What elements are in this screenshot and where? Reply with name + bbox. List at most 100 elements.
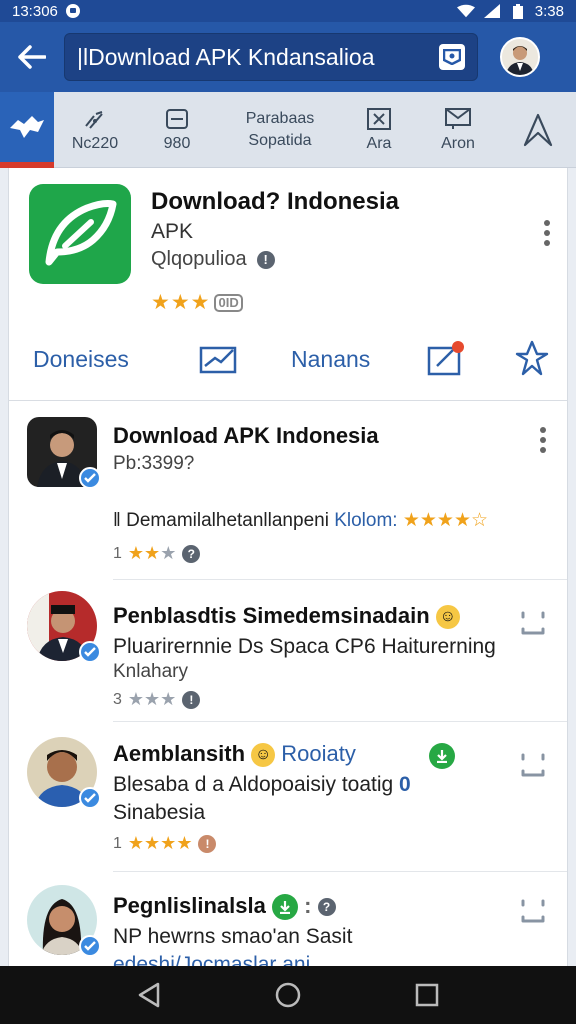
drag-handle-icon[interactable] (519, 609, 547, 637)
reviewer-tag[interactable]: Rooiaty (281, 741, 356, 766)
nav-recents-icon[interactable] (414, 982, 440, 1008)
review-text: NP hewrns smao'an Sasit (113, 925, 353, 948)
review-text-sub: Sinabesia (113, 801, 206, 824)
review-rating: 3 ★★★ ! (113, 689, 201, 710)
category-label: Parabaas Sopatida (245, 109, 315, 149)
avatar[interactable] (27, 591, 101, 663)
reviewer-name: Pegnlislinalsla (113, 893, 266, 918)
back-button[interactable] (0, 22, 64, 92)
status-clock: 3:38 (534, 2, 564, 20)
rating-count: 0ID (214, 293, 243, 312)
inline-rating-empty-star: ☆ (471, 510, 489, 531)
review-badge: 0 (399, 773, 411, 796)
reviewer-name: Penblasdtis Simedemsinadain (113, 603, 430, 628)
review-text-sub: Knlahary (113, 661, 188, 682)
download-badge-icon[interactable] (429, 743, 455, 769)
divider (113, 871, 567, 872)
verified-badge-icon (79, 787, 101, 809)
divider (113, 721, 567, 722)
rating-stars: ★★★ (127, 689, 177, 709)
reviewer-name-row: Pegnlislinalsla : ? (113, 893, 336, 921)
category-item-5[interactable]: Aron (416, 92, 500, 167)
action-row: Doneises Nanans (9, 338, 569, 382)
profile-avatar[interactable] (500, 37, 540, 77)
category-home[interactable] (0, 92, 54, 168)
verified-badge-icon (79, 641, 101, 663)
review-text-row: Blesaba d a Aldopoaisiy toatig 0 (113, 773, 411, 797)
box-x-icon (367, 107, 391, 131)
help-icon[interactable]: ? (317, 898, 336, 917)
quote-icon: ‖ (113, 510, 127, 531)
signal-icon (483, 3, 501, 19)
rating-stars: ★★★ (127, 543, 177, 563)
smile-emoji-icon: ☺ (435, 605, 460, 630)
nav-back-icon[interactable] (136, 981, 162, 1009)
rating-prefix: 3 (113, 690, 122, 708)
review-text-main: Demamilalhetanllanpeni (126, 510, 329, 531)
divider (113, 579, 567, 580)
reviews-list: Download APK Indonesia Pb:3399? ‖ Demami… (8, 400, 568, 966)
category-label: Ara (366, 134, 392, 152)
more-options-icon[interactable] (537, 218, 557, 248)
category-label: 980 (163, 134, 191, 152)
publisher-name: Qlqopulioa (151, 248, 247, 270)
review-link[interactable]: edeshi/Jocmaslar ani (113, 953, 310, 966)
app-subtitle: APK (151, 220, 194, 243)
review-link[interactable]: Klolom: (334, 510, 397, 531)
avatar[interactable] (27, 417, 101, 489)
status-time: 13:306 (12, 2, 58, 20)
category-item-2[interactable]: 980 (136, 92, 218, 167)
rating-prefix: 1 (113, 834, 122, 852)
reviewer-name: Download APK Indonesia (113, 423, 379, 448)
reviewer-name-row: Aemblansith ☺ Rooiaty (113, 741, 356, 768)
help-icon[interactable]: ? (182, 544, 201, 563)
rating-stars: ★★★★ (127, 833, 193, 853)
rating-prefix: 1 (113, 544, 122, 562)
more-options-icon[interactable] (533, 425, 553, 455)
chart-trend-icon[interactable] (199, 344, 237, 374)
wifi-icon (456, 3, 475, 19)
drag-handle-icon[interactable] (519, 897, 547, 925)
review-text: ‖ Demamilalhetanllanpeni Klolom: ★★★★☆ (113, 509, 488, 532)
info-icon[interactable]: ! (256, 250, 275, 269)
tray-icon (166, 107, 188, 131)
category-bar: Nc220 980 Parabaas Sopatida Ara Aron (0, 92, 576, 168)
app-title: Download? Indonesia (151, 188, 400, 215)
download-badge-icon[interactable] (271, 894, 298, 921)
app-publisher[interactable]: Qlqopulioa ! (151, 248, 275, 271)
tab-donations[interactable]: Doneises (33, 346, 129, 373)
reviewer-name: Aemblansith (113, 741, 246, 766)
share-star-icon[interactable] (515, 340, 549, 376)
reviewer-name-row: Penblasdtis Simedemsinadain ☺ (113, 603, 460, 630)
search-input[interactable]: |lDownload APK Kndansalioa (64, 33, 478, 81)
app-logo-icon[interactable] (29, 184, 131, 284)
review-meta-line: Pb:3399? (113, 453, 195, 474)
avatar[interactable] (27, 737, 101, 809)
category-item-4[interactable]: Ara (342, 92, 416, 167)
nav-home-icon[interactable] (274, 981, 302, 1009)
verified-badge-icon (79, 935, 101, 957)
category-label: Nc220 (71, 134, 119, 152)
verified-badge-icon (79, 467, 101, 489)
system-nav-bar (0, 966, 576, 1024)
app-rating: ★★★ 0ID (151, 290, 243, 315)
category-item-6[interactable] (500, 92, 576, 167)
category-label: Aron (441, 134, 475, 152)
help-icon[interactable]: ! (198, 834, 217, 853)
app-detail-card: Download? Indonesia APK Qlqopulioa ! ★★★… (8, 168, 568, 400)
signal-icon (82, 107, 108, 131)
avatar[interactable] (27, 885, 101, 957)
review-text: Blesaba d a Aldopoaisiy toatig (113, 773, 394, 796)
drag-handle-icon[interactable] (519, 751, 547, 779)
category-item-3[interactable]: Parabaas Sopatida (218, 92, 342, 167)
notification-icon (64, 3, 82, 19)
status-bar: 13:306 3:38 (0, 0, 576, 22)
edit-square-icon[interactable] (427, 340, 465, 376)
category-item-1[interactable]: Nc220 (54, 92, 136, 167)
home-map-icon (10, 116, 44, 138)
help-icon[interactable]: ! (182, 690, 201, 709)
tab-names[interactable]: Nanans (291, 346, 370, 373)
search-filter-icon[interactable] (439, 44, 465, 70)
inline-rating-stars: ★★★★ (402, 510, 471, 531)
review-rating: 1 ★★★★ ! (113, 833, 217, 854)
